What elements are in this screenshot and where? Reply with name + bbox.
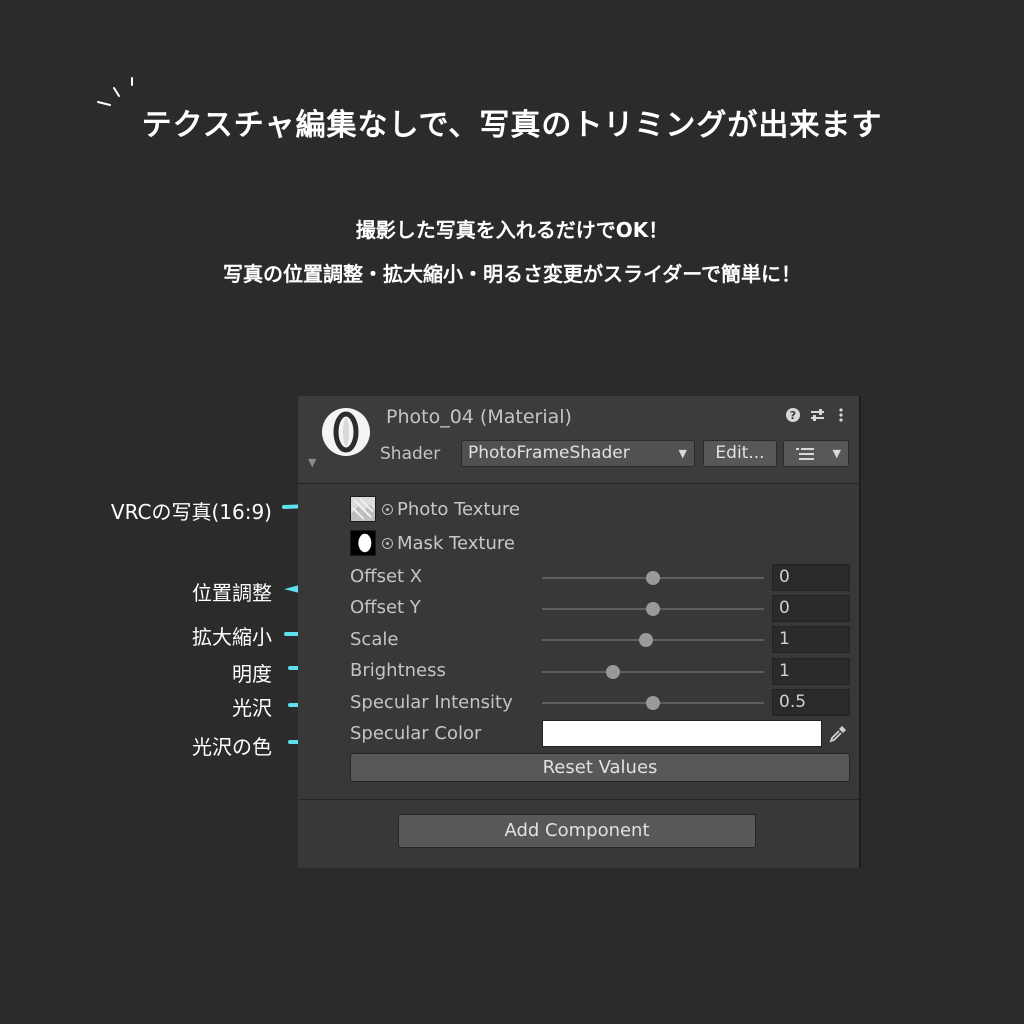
help-icon[interactable]: ? — [785, 406, 801, 424]
list-icon — [796, 448, 814, 460]
mask-texture-thumbnail[interactable] — [350, 530, 376, 556]
object-picker-icon[interactable] — [382, 503, 393, 515]
photo-texture-row[interactable]: Photo Texture — [350, 496, 520, 522]
slider-thumb[interactable] — [646, 571, 660, 585]
offset-x-label: Offset X — [350, 566, 423, 587]
specular-intensity-slider[interactable] — [542, 696, 764, 710]
offset-y-label: Offset Y — [350, 597, 421, 618]
specular-intensity-field[interactable]: 0.5 — [772, 689, 850, 716]
scale-field[interactable]: 1 — [772, 626, 850, 653]
shader-dropdown[interactable]: PhotoFrameShader ▼ — [461, 440, 695, 467]
material-icon — [322, 408, 370, 456]
photo-texture-label: Photo Texture — [397, 498, 520, 520]
header-divider — [298, 483, 859, 484]
offset-x-slider[interactable] — [542, 571, 764, 585]
shader-label: Shader — [380, 444, 441, 464]
specular-color-label: Specular Color — [350, 723, 482, 744]
reset-values-button[interactable]: Reset Values — [350, 753, 850, 782]
mask-texture-label: Mask Texture — [397, 532, 515, 554]
object-picker-icon[interactable] — [382, 537, 393, 549]
dropdown-arrow-icon: ▼ — [832, 447, 841, 460]
slider-thumb[interactable] — [646, 696, 660, 710]
inspector-header: Photo_04 (Material) ? ▼ Shader PhotoFram… — [298, 396, 859, 482]
foldout-arrow-icon[interactable]: ▼ — [308, 456, 316, 469]
header-icons: ? — [785, 406, 849, 424]
scale-label: Scale — [350, 629, 399, 650]
edit-shader-button[interactable]: Edit... — [703, 440, 777, 467]
scale-slider[interactable] — [542, 633, 764, 647]
slider-thumb[interactable] — [646, 602, 660, 616]
brightness-label: Brightness — [350, 660, 446, 681]
offset-x-field[interactable]: 0 — [772, 564, 850, 591]
photo-texture-thumbnail[interactable] — [350, 496, 376, 522]
material-title: Photo_04 (Material) — [386, 406, 572, 428]
more-vert-icon[interactable] — [833, 406, 849, 424]
mask-texture-row[interactable]: Mask Texture — [350, 530, 515, 556]
shader-options-button[interactable]: ▼ — [783, 440, 849, 467]
brightness-slider[interactable] — [542, 665, 764, 679]
specular-intensity-label: Specular Intensity — [350, 692, 513, 713]
preset-sliders-icon[interactable] — [809, 406, 825, 424]
specular-color-swatch[interactable] — [542, 720, 822, 747]
offset-y-field[interactable]: 0 — [772, 595, 850, 622]
add-component-button[interactable]: Add Component — [398, 814, 756, 848]
eyedropper-icon[interactable] — [828, 724, 848, 744]
offset-y-slider[interactable] — [542, 602, 764, 616]
dropdown-arrow-icon: ▼ — [678, 447, 687, 460]
slider-thumb[interactable] — [639, 633, 654, 647]
shader-value: PhotoFrameShader — [468, 443, 630, 463]
brightness-field[interactable]: 1 — [772, 658, 850, 685]
material-inspector: Photo_04 (Material) ? ▼ Shader PhotoFram… — [298, 396, 861, 868]
slider-thumb[interactable] — [606, 665, 621, 679]
